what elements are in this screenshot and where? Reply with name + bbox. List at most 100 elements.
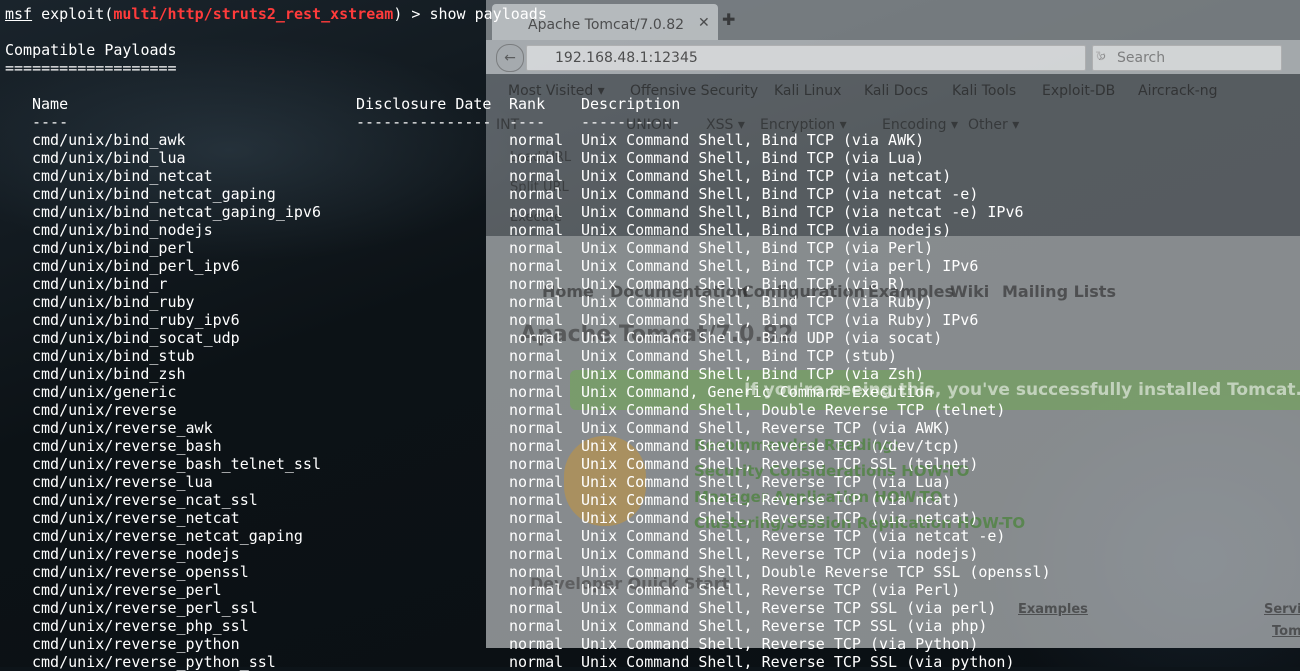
- payload-rank: normal: [509, 545, 564, 563]
- payload-name: cmd/unix/bind_zsh: [32, 365, 186, 383]
- payload-rank: normal: [509, 185, 564, 203]
- payload-name: cmd/unix/reverse_perl: [32, 581, 222, 599]
- column-header-disclosure-date: Disclosure Date: [356, 95, 492, 113]
- payload-rank: normal: [509, 599, 564, 617]
- separator-rank: ----: [509, 113, 546, 131]
- payload-description: Unix Command Shell, Reverse TCP (via Pyt…: [581, 635, 979, 653]
- payload-rank: normal: [509, 311, 564, 329]
- payload-rank: normal: [509, 527, 564, 545]
- payload-rank: normal: [509, 203, 564, 221]
- payload-description: Unix Command Shell, Bind TCP (via Ruby): [581, 293, 934, 311]
- payload-description: Unix Command Shell, Bind TCP (via nodejs…: [581, 221, 952, 239]
- payload-name: cmd/unix/bind_socat_udp: [32, 329, 240, 347]
- payload-rank: normal: [509, 383, 564, 401]
- payload-name: cmd/unix/reverse_python: [32, 635, 240, 653]
- payload-description: Unix Command Shell, Reverse TCP SSL (tel…: [581, 455, 979, 473]
- msf-prompt-line: msf exploit(multi/http/struts2_rest_xstr…: [5, 5, 547, 23]
- payload-name: cmd/unix/reverse_python_ssl: [32, 653, 276, 671]
- payload-description: Unix Command Shell, Reverse TCP (/dev/tc…: [581, 437, 961, 455]
- payload-rank: normal: [509, 401, 564, 419]
- payload-description: Unix Command Shell, Reverse TCP (via AWK…: [581, 419, 952, 437]
- payload-description: Unix Command Shell, Reverse TCP (via nca…: [581, 491, 961, 509]
- payload-rank: normal: [509, 257, 564, 275]
- payload-description: Unix Command Shell, Bind TCP (via AWK): [581, 131, 925, 149]
- payload-description: Unix Command Shell, Reverse TCP SSL (via…: [581, 653, 1015, 671]
- payload-description: Unix Command, Generic Command Execution: [581, 383, 934, 401]
- payload-name: cmd/unix/reverse_openssl: [32, 563, 249, 581]
- payload-name: cmd/unix/generic: [32, 383, 177, 401]
- payload-name: cmd/unix/bind_perl_ipv6: [32, 257, 240, 275]
- payload-name: cmd/unix/bind_stub: [32, 347, 195, 365]
- payload-rank: normal: [509, 221, 564, 239]
- payload-rank: normal: [509, 347, 564, 365]
- payload-description: Unix Command Shell, Bind TCP (via netcat…: [581, 167, 952, 185]
- payload-name: cmd/unix/bind_r: [32, 275, 168, 293]
- payload-name: cmd/unix/reverse_lua: [32, 473, 213, 491]
- payload-description: Unix Command Shell, Bind TCP (via perl) …: [581, 257, 979, 275]
- separator-description: -----------: [581, 113, 681, 131]
- payload-rank: normal: [509, 635, 564, 653]
- payload-description: Unix Command Shell, Bind TCP (stub): [581, 347, 898, 365]
- payload-description: Unix Command Shell, Reverse TCP (via nod…: [581, 545, 979, 563]
- payload-name: cmd/unix/reverse_bash_telnet_ssl: [32, 455, 321, 473]
- prompt-command: exploit(: [32, 5, 114, 23]
- payload-name: cmd/unix/bind_ruby_ipv6: [32, 311, 240, 329]
- payload-description: Unix Command Shell, Bind TCP (via Perl): [581, 239, 934, 257]
- payload-name: cmd/unix/reverse_netcat: [32, 509, 240, 527]
- payload-name: cmd/unix/reverse_ncat_ssl: [32, 491, 258, 509]
- separator-name: ----: [32, 113, 69, 131]
- heading-underline: ===================: [5, 59, 177, 77]
- payload-name: cmd/unix/bind_perl: [32, 239, 195, 257]
- compatible-payloads-heading: Compatible Payloads: [5, 41, 177, 59]
- terminal-output[interactable]: msf exploit(multi/http/struts2_rest_xstr…: [0, 0, 1300, 671]
- payload-description: Unix Command Shell, Bind TCP (via R): [581, 275, 907, 293]
- payload-description: Unix Command Shell, Bind UDP (via socat): [581, 329, 943, 347]
- payload-rank: normal: [509, 365, 564, 383]
- payload-rank: normal: [509, 563, 564, 581]
- payload-name: cmd/unix/reverse_perl_ssl: [32, 599, 258, 617]
- payload-description: Unix Command Shell, Bind TCP (via Zsh): [581, 365, 925, 383]
- payload-name: cmd/unix/bind_awk: [32, 131, 186, 149]
- payload-name: cmd/unix/reverse_bash: [32, 437, 222, 455]
- payload-name: cmd/unix/bind_lua: [32, 149, 186, 167]
- payload-rank: normal: [509, 437, 564, 455]
- payload-name: cmd/unix/bind_nodejs: [32, 221, 213, 239]
- payload-description: Unix Command Shell, Reverse TCP SSL (via…: [581, 599, 997, 617]
- payload-rank: normal: [509, 329, 564, 347]
- payload-name: cmd/unix/reverse_php_ssl: [32, 617, 249, 635]
- payload-rank: normal: [509, 131, 564, 149]
- payload-rank: normal: [509, 617, 564, 635]
- payload-description: Unix Command Shell, Reverse TCP (via Lua…: [581, 473, 952, 491]
- prompt-module: multi/http/struts2_rest_xstream: [113, 5, 394, 23]
- payload-name: cmd/unix/bind_netcat_gaping_ipv6: [32, 203, 321, 221]
- separator-disclosure-date: ---------------: [356, 113, 492, 131]
- payload-rank: normal: [509, 491, 564, 509]
- payload-rank: normal: [509, 581, 564, 599]
- payload-description: Unix Command Shell, Reverse TCP (via net…: [581, 527, 1006, 545]
- payload-rank: normal: [509, 275, 564, 293]
- payload-description: Unix Command Shell, Bind TCP (via netcat…: [581, 203, 1024, 221]
- payload-rank: normal: [509, 293, 564, 311]
- payload-description: Unix Command Shell, Bind TCP (via Lua): [581, 149, 925, 167]
- payload-rank: normal: [509, 509, 564, 527]
- payload-name: cmd/unix/bind_netcat_gaping: [32, 185, 276, 203]
- payload-description: Unix Command Shell, Double Reverse TCP (…: [581, 401, 1006, 419]
- column-header-name: Name: [32, 95, 69, 113]
- column-header-rank: Rank: [509, 95, 546, 113]
- payload-rank: normal: [509, 239, 564, 257]
- column-header-description: Description: [581, 95, 681, 113]
- msf-prompt-prefix: msf: [5, 5, 33, 23]
- payload-description: Unix Command Shell, Reverse TCP (via net…: [581, 509, 979, 527]
- payload-description: Unix Command Shell, Reverse TCP (via Per…: [581, 581, 961, 599]
- payload-description: Unix Command Shell, Bind TCP (via Ruby) …: [581, 311, 979, 329]
- payload-name: cmd/unix/reverse_netcat_gaping: [32, 527, 303, 545]
- payload-description: Unix Command Shell, Bind TCP (via netcat…: [581, 185, 979, 203]
- payload-rank: normal: [509, 455, 564, 473]
- payload-description: Unix Command Shell, Reverse TCP SSL (via…: [581, 617, 988, 635]
- payload-name: cmd/unix/reverse_nodejs: [32, 545, 240, 563]
- prompt-suffix: ) > show payloads: [393, 5, 547, 23]
- payload-rank: normal: [509, 473, 564, 491]
- payload-name: cmd/unix/reverse_awk: [32, 419, 213, 437]
- payload-rank: normal: [509, 167, 564, 185]
- payload-rank: normal: [509, 653, 564, 671]
